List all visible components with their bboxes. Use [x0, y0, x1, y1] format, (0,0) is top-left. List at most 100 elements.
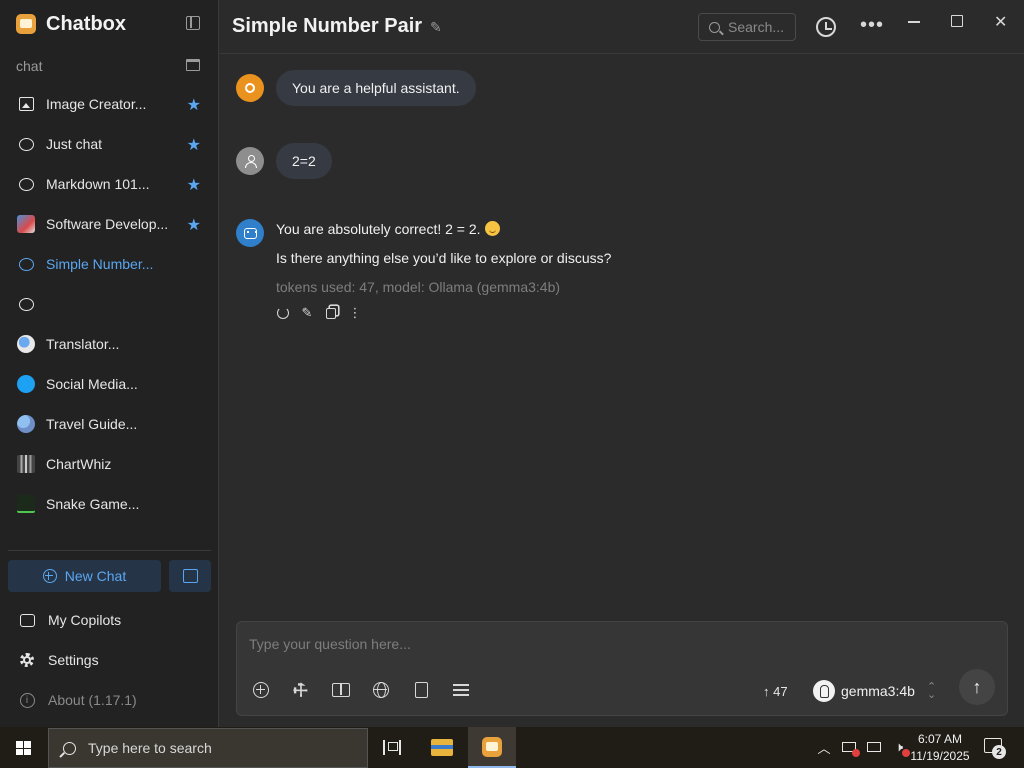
clock-date: 11/19/2025	[910, 749, 970, 763]
chat-item-software-developer[interactable]: Software Develop... ★	[8, 204, 211, 244]
star-icon[interactable]: ★	[187, 175, 201, 195]
taskbar-search-placeholder: Type here to search	[88, 740, 212, 756]
travel-avatar-icon	[17, 415, 35, 433]
volume-muted-icon[interactable]: 🕨	[891, 739, 910, 757]
assistant-message-line: Is there anything else you’d like to exp…	[276, 250, 612, 266]
minimize-icon[interactable]	[908, 21, 920, 23]
edit-icon[interactable]: ✎	[300, 305, 314, 320]
taskbar-clock[interactable]: 6:07 AM 11/19/2025	[906, 731, 974, 765]
taskbar-chatbox-app[interactable]	[468, 727, 516, 768]
network-icon[interactable]	[866, 739, 882, 755]
chat-bubble-icon	[17, 295, 35, 313]
task-view-icon[interactable]	[383, 740, 401, 755]
knowledge-book-icon[interactable]	[331, 680, 351, 700]
nav-my-copilots[interactable]: My Copilots	[8, 600, 211, 640]
smile-emoji-icon	[484, 221, 500, 236]
user-message: 2=2	[276, 143, 332, 179]
chat-item-label: Image Creator...	[46, 96, 147, 112]
composer-toolbar: ⚒	[251, 678, 471, 702]
new-chat-label: New Chat	[64, 568, 127, 584]
close-icon[interactable]: ✕	[994, 12, 1007, 32]
chat-bubble-icon	[17, 255, 35, 273]
user-icon	[244, 155, 257, 168]
document-edit-icon[interactable]	[411, 680, 431, 700]
developer-avatar-icon	[17, 215, 35, 233]
hammer-icon[interactable]: ⚒	[289, 678, 313, 702]
maximize-icon[interactable]	[951, 15, 963, 27]
main-panel: Simple Number Pair ✎ Search... ••• ✕ You…	[220, 0, 1024, 727]
chat-item-just-chat[interactable]: Just chat ★	[8, 124, 211, 164]
copy-icon[interactable]	[324, 306, 338, 320]
assistant-message-line: You are absolutely correct! 2 = 2.	[276, 221, 500, 237]
add-attachment-icon[interactable]	[251, 680, 271, 700]
chat-list: Image Creator... ★ Just chat ★ Markdown …	[8, 84, 211, 524]
windows-taskbar: Type here to search ︿ 🕨 6:07 AM 11/19/20…	[0, 727, 1024, 768]
nav-label: About (1.17.1)	[48, 692, 137, 708]
chat-item-label: ChartWhiz	[46, 456, 112, 472]
chat-item-label: Just chat	[46, 136, 103, 152]
search-icon	[63, 741, 76, 755]
new-chat-button[interactable]: New Chat	[8, 560, 161, 592]
send-button[interactable]: ↑	[959, 669, 995, 705]
snake-avatar-icon	[17, 495, 35, 513]
copilot-icon	[18, 611, 36, 629]
security-icon[interactable]	[841, 739, 860, 757]
gear-icon	[245, 83, 255, 93]
more-horizontal-icon[interactable]: •••	[860, 14, 884, 37]
message-meta: tokens used: 47, model: Ollama (gemma3:4…	[276, 279, 561, 295]
chat-item-chartwhiz[interactable]: ChartWhiz	[8, 444, 211, 484]
edit-pencil-icon[interactable]: ✎	[430, 19, 442, 36]
message-input[interactable]	[249, 634, 989, 654]
chat-bubble-icon	[17, 135, 35, 153]
sidebar-toggle-icon[interactable]	[186, 16, 200, 30]
nav-label: My Copilots	[48, 612, 122, 628]
nav-about[interactable]: i About (1.17.1)	[8, 680, 211, 720]
chat-item-snake-game[interactable]: Snake Game...	[8, 484, 211, 524]
info-icon: i	[18, 691, 36, 709]
arrow-up-icon: ↑	[972, 676, 982, 697]
sliders-icon[interactable]	[451, 680, 471, 700]
star-icon[interactable]: ★	[187, 135, 201, 155]
chat-item-social-media[interactable]: Social Media...	[8, 364, 211, 404]
chat-item-label: Social Media...	[46, 376, 138, 392]
more-vertical-icon[interactable]: ⋮	[348, 305, 362, 320]
search-button[interactable]: Search...	[698, 13, 796, 41]
app-name: Chatbox	[46, 12, 126, 35]
page-title: Simple Number Pair	[232, 15, 423, 37]
twitter-avatar-icon	[17, 375, 35, 393]
star-icon[interactable]: ★	[187, 215, 201, 235]
new-image-chat-button[interactable]	[169, 560, 211, 592]
sidebar-divider	[8, 550, 211, 551]
chat-item-markdown[interactable]: Markdown 101... ★	[8, 164, 211, 204]
notification-badge: 2	[992, 745, 1006, 759]
assistant-avatar	[236, 219, 264, 247]
star-icon[interactable]: ★	[187, 95, 201, 115]
chat-item-label: Snake Game...	[46, 496, 140, 512]
taskbar-search[interactable]: Type here to search	[48, 728, 368, 768]
globe-icon[interactable]	[371, 680, 391, 700]
ollama-model-icon	[813, 680, 835, 702]
section-label: chat	[16, 58, 43, 74]
chat-item-image-creator[interactable]: Image Creator... ★	[8, 84, 211, 124]
user-avatar	[236, 147, 264, 175]
chat-item-label: Markdown 101...	[46, 176, 150, 192]
chevron-up-icon[interactable]: ︿	[816, 739, 832, 756]
regenerate-icon[interactable]	[276, 306, 290, 320]
sidebar: Chatbox chat Image Creator... ★ Just cha…	[0, 0, 219, 727]
bottom-nav: My Copilots Settings i About (1.17.1)	[8, 600, 211, 720]
chat-item-travel-guide[interactable]: Travel Guide...	[8, 404, 211, 444]
nav-settings[interactable]: Settings	[8, 640, 211, 680]
brand: Chatbox	[16, 12, 126, 36]
chatbox-app: Chatbox chat Image Creator... ★ Just cha…	[0, 0, 1024, 727]
model-name: gemma3:4b	[841, 683, 915, 699]
history-icon[interactable]	[816, 17, 836, 37]
chat-item-untitled[interactable]	[8, 284, 211, 324]
windows-start-icon[interactable]	[16, 741, 31, 755]
model-selector[interactable]: gemma3:4b ⌃ ⌄	[813, 679, 936, 703]
archive-icon[interactable]	[186, 59, 200, 71]
chatbox-logo-icon	[16, 14, 36, 34]
file-explorer-icon[interactable]	[431, 739, 453, 756]
chat-item-simple-number[interactable]: Simple Number...	[8, 244, 211, 284]
chat-item-translator[interactable]: Translator...	[8, 324, 211, 364]
search-icon	[709, 21, 720, 33]
